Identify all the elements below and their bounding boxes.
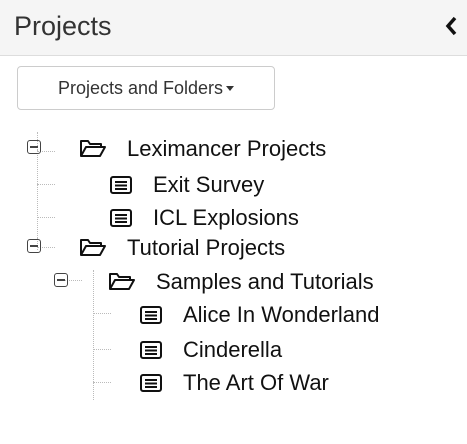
tree-project-label: ICL Explosions bbox=[153, 205, 299, 230]
tree-project-icl-explosions[interactable]: ICL Explosions bbox=[0, 201, 420, 233]
folder-open-icon bbox=[80, 239, 106, 256]
project-tree: Leximancer Projects Exit Survey ICL Expl… bbox=[0, 120, 467, 444]
projects-view-dropdown[interactable]: Projects and Folders bbox=[17, 66, 275, 110]
projects-view-dropdown-label: Projects and Folders bbox=[57, 78, 224, 98]
panel-header: Projects bbox=[0, 0, 467, 56]
tree-project-label: Alice In Wonderland bbox=[183, 302, 380, 327]
panel-title: Projects bbox=[14, 11, 112, 41]
folder-open-icon bbox=[80, 140, 106, 157]
chevron-left-icon bbox=[445, 16, 457, 36]
list-icon bbox=[140, 341, 162, 359]
tree-project-exit-survey[interactable]: Exit Survey bbox=[0, 168, 420, 200]
tree-project-label: Cinderella bbox=[183, 337, 283, 362]
tree-project-the-art-of-war[interactable]: The Art Of War bbox=[0, 366, 440, 398]
list-icon bbox=[110, 176, 132, 194]
tree-project-alice-in-wonderland[interactable]: Alice In Wonderland bbox=[0, 298, 440, 330]
tree-folder-label: Tutorial Projects bbox=[127, 235, 286, 260]
collapse-toggle-icon[interactable] bbox=[27, 140, 41, 154]
tree-folder-leximancer-projects[interactable]: Leximancer Projects bbox=[0, 132, 420, 164]
caret-down-icon bbox=[226, 85, 235, 91]
list-icon bbox=[110, 209, 132, 227]
list-icon bbox=[140, 374, 162, 392]
collapse-panel-button[interactable] bbox=[441, 12, 463, 40]
tree-project-label: Exit Survey bbox=[153, 172, 265, 197]
tree-project-cinderella[interactable]: Cinderella bbox=[0, 333, 440, 365]
tree-folder-tutorial-projects[interactable]: Tutorial Projects bbox=[0, 231, 420, 263]
collapse-toggle-icon[interactable] bbox=[54, 273, 68, 287]
tree-project-label: The Art Of War bbox=[183, 370, 329, 395]
list-icon bbox=[140, 306, 162, 324]
tree-folder-label: Samples and Tutorials bbox=[156, 269, 374, 294]
tree-folder-samples-and-tutorials[interactable]: Samples and Tutorials bbox=[0, 265, 440, 297]
folder-open-icon bbox=[109, 273, 135, 290]
tree-folder-label: Leximancer Projects bbox=[127, 136, 327, 161]
collapse-toggle-icon[interactable] bbox=[27, 239, 41, 253]
